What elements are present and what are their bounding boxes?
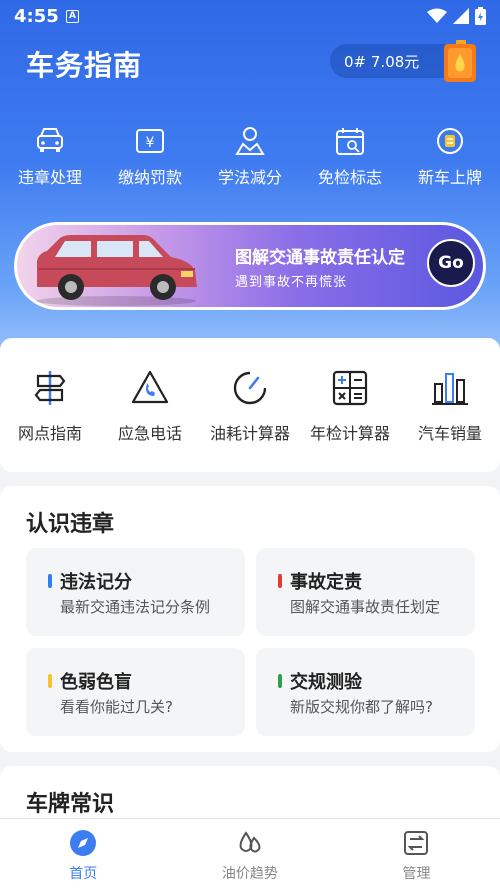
quick-action-fines[interactable]: ¥ 缴纳罚款 bbox=[100, 120, 200, 190]
violations-card: 认识违章 违法记分 最新交通违法记分条例 事故定责 图解交通事故责任划定 色弱色… bbox=[0, 486, 500, 752]
emergency-phone-icon bbox=[131, 370, 169, 404]
tool-emergency[interactable]: 应急电话 bbox=[100, 368, 200, 444]
quick-action-label: 学法减分 bbox=[217, 168, 282, 187]
accent-bar bbox=[48, 574, 52, 588]
calendar-check-icon bbox=[336, 128, 364, 155]
violation-item-points[interactable]: 违法记分 最新交通违法记分条例 bbox=[26, 548, 245, 636]
tool-label: 网点指南 bbox=[17, 424, 82, 443]
accent-bar bbox=[48, 674, 52, 688]
car-illustration bbox=[36, 235, 197, 306]
quick-action-violations[interactable]: 违章处理 bbox=[0, 120, 100, 190]
violation-item-color-blind[interactable]: 色弱色盲 看看你能过几关? bbox=[26, 648, 245, 736]
bar-chart-icon bbox=[432, 373, 468, 405]
tool-fuel-calc[interactable]: 油耗计算器 bbox=[200, 368, 300, 444]
violation-item-quiz[interactable]: 交规测验 新版交规你都了解吗? bbox=[256, 648, 475, 736]
banner-subtitle: 遇到事故不再慌张 bbox=[235, 275, 348, 290]
quick-action-exempt[interactable]: 免检标志 bbox=[300, 120, 400, 190]
violation-item-subtitle: 最新交通违法记分条例 bbox=[60, 598, 211, 616]
manage-icon bbox=[404, 831, 429, 855]
bottom-tab-bar: 首页 油价趋势 管理 bbox=[0, 818, 500, 888]
violation-item-subtitle: 新版交规你都了解吗? bbox=[290, 698, 433, 716]
quick-actions: 违章处理 ¥ 缴纳罚款 学法减分 免检标志 新车上牌 bbox=[0, 120, 500, 190]
status-icons bbox=[427, 7, 486, 25]
car-icon bbox=[37, 128, 63, 152]
accident-banner[interactable]: 图解交通事故责任认定 遇到事故不再慌张 Go bbox=[14, 222, 486, 310]
app-title: 车务指南 bbox=[26, 49, 143, 82]
tab-label: 首页 bbox=[69, 866, 98, 882]
battery-icon bbox=[475, 7, 486, 25]
violation-item-title: 色弱色盲 bbox=[60, 672, 132, 693]
violation-item-accident[interactable]: 事故定责 图解交通事故责任划定 bbox=[256, 548, 475, 636]
notification-icon: A bbox=[66, 10, 79, 23]
quick-action-study[interactable]: 学法减分 bbox=[200, 120, 300, 190]
accent-bar bbox=[278, 574, 282, 588]
quick-action-label: 缴纳罚款 bbox=[117, 168, 182, 187]
tool-outlets[interactable]: 网点指南 bbox=[0, 368, 100, 444]
status-time: 4:55 bbox=[14, 6, 59, 27]
tab-oil-trend[interactable]: 油价趋势 bbox=[167, 819, 334, 888]
wifi-icon bbox=[427, 8, 447, 23]
yen-icon: ¥ bbox=[136, 129, 164, 153]
status-bar: 4:55 A bbox=[0, 0, 500, 34]
oil-drops-icon bbox=[239, 831, 261, 853]
banner-go-button[interactable]: Go bbox=[427, 239, 475, 287]
violation-item-title: 事故定责 bbox=[290, 572, 362, 593]
new-plate-icon bbox=[437, 128, 463, 154]
tab-manage[interactable]: 管理 bbox=[333, 819, 500, 888]
violation-item-subtitle: 图解交通事故责任划定 bbox=[290, 598, 441, 616]
plates-title: 车牌常识 bbox=[26, 792, 115, 817]
tool-inspection-calc[interactable]: 年检计算器 bbox=[300, 368, 400, 444]
banner-title: 图解交通事故责任认定 bbox=[235, 248, 405, 268]
home-compass-icon bbox=[70, 830, 97, 856]
violations-title: 认识违章 bbox=[26, 512, 115, 537]
tab-label: 油价趋势 bbox=[221, 866, 278, 882]
tool-car-sales[interactable]: 汽车销量 bbox=[400, 368, 500, 444]
tool-label: 应急电话 bbox=[117, 424, 182, 443]
tab-label: 管理 bbox=[402, 866, 431, 882]
tools-card: 网点指南 应急电话 油耗计算器 年检计算器 汽车销量 bbox=[0, 338, 500, 472]
quick-action-label: 免检标志 bbox=[317, 168, 382, 187]
quick-action-label: 违章处理 bbox=[17, 168, 82, 187]
signal-icon bbox=[453, 8, 469, 24]
violation-item-title: 违法记分 bbox=[60, 572, 132, 593]
violation-item-title: 交规测验 bbox=[290, 672, 362, 693]
fuel-can-icon[interactable] bbox=[442, 40, 478, 82]
violation-item-subtitle: 看看你能过几关? bbox=[60, 698, 173, 716]
quick-action-label: 新车上牌 bbox=[417, 168, 482, 187]
calculator-icon bbox=[332, 370, 368, 406]
accent-bar bbox=[278, 674, 282, 688]
quick-action-new-plate[interactable]: 新车上牌 bbox=[400, 120, 500, 190]
tool-label: 汽车销量 bbox=[417, 424, 482, 443]
tab-home[interactable]: 首页 bbox=[0, 819, 167, 888]
fuel-gauge-icon bbox=[233, 371, 267, 405]
signpost-icon bbox=[34, 371, 66, 405]
user-study-icon bbox=[235, 127, 265, 155]
svg-text:¥: ¥ bbox=[146, 135, 155, 151]
tool-label: 年检计算器 bbox=[309, 424, 390, 443]
tool-label: 油耗计算器 bbox=[209, 424, 290, 443]
fuel-price-text: 0# 7.08元 bbox=[344, 53, 420, 71]
